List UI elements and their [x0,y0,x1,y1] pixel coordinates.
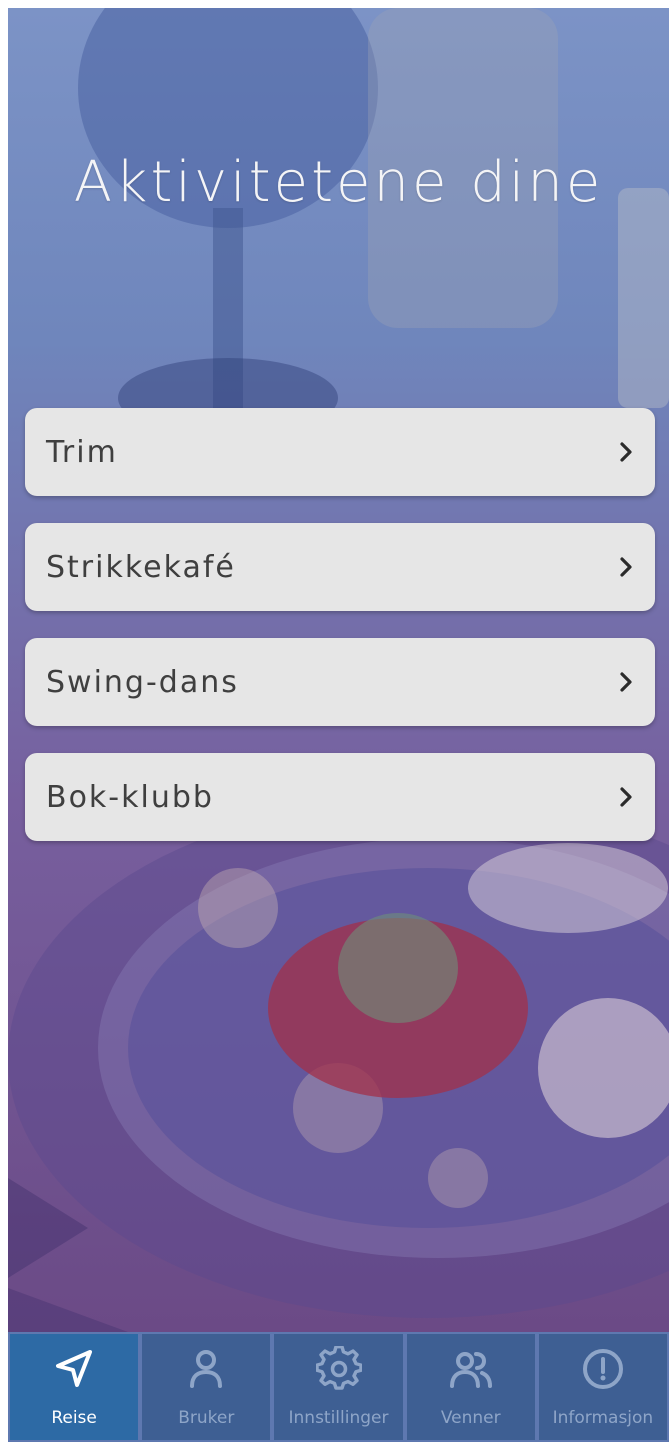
tab-reise[interactable]: Reise [8,1332,141,1442]
tab-innstillinger[interactable]: Innstillinger [272,1332,405,1442]
activity-label: Strikkekafé [46,549,236,585]
app-screen: Aktivitetene dine Trim Strikkekafé Swing… [8,8,669,1442]
chevron-right-icon [620,787,632,807]
tab-label: Informasjon [552,1408,654,1428]
tab-venner[interactable]: Venner [404,1332,537,1442]
tab-label: Reise [51,1408,97,1428]
gear-icon [315,1346,362,1390]
activity-item-strikkekafe[interactable]: Strikkekafé [25,523,655,611]
user-icon [190,1350,223,1388]
activity-label: Swing-dans [46,664,239,700]
navigation-arrow-icon [56,1350,93,1387]
bottom-tab-bar: Reise Bruker Innstillinger Venner Inform… [8,1332,669,1442]
info-icon [582,1349,623,1389]
activity-label: Trim [46,434,118,470]
chevron-right-icon [620,442,632,462]
activity-label: Bok-klubb [46,779,214,815]
activity-list: Trim Strikkekafé Swing-dans Bok-klubb [25,408,655,868]
tab-label: Innstillinger [288,1408,389,1428]
tab-bruker[interactable]: Bruker [140,1332,273,1442]
activity-item-bok-klubb[interactable]: Bok-klubb [25,753,655,841]
tab-label: Bruker [178,1408,235,1428]
tab-label: Venner [440,1408,501,1428]
page-title: Aktivitetene dine [73,150,604,215]
tab-informasjon[interactable]: Informasjon [536,1332,669,1442]
chevron-right-icon [620,672,632,692]
chevron-right-icon [620,557,632,577]
activity-item-swing-dans[interactable]: Swing-dans [25,638,655,726]
activity-item-trim[interactable]: Trim [25,408,655,496]
friends-icon [449,1352,492,1388]
